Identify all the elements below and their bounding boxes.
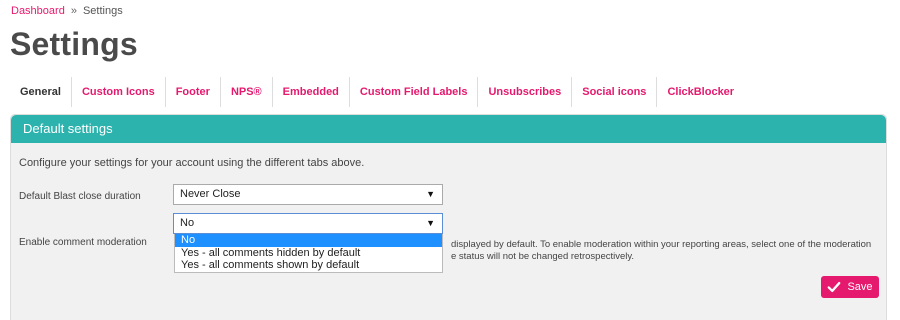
breadcrumb: Dashboard » Settings: [11, 5, 123, 17]
dropdown-option-hidden[interactable]: Yes - all comments hidden by default: [175, 247, 442, 260]
tab-footer[interactable]: Footer: [166, 77, 221, 107]
blast-close-value: Never Close: [180, 188, 241, 200]
comment-moderation-select[interactable]: No ▼: [173, 213, 443, 234]
default-settings-panel: Default settings Configure your settings…: [10, 114, 887, 320]
tab-custom-field-labels[interactable]: Custom Field Labels: [350, 77, 479, 107]
comment-moderation-value: No: [180, 217, 195, 229]
breadcrumb-dashboard-link[interactable]: Dashboard: [11, 5, 65, 17]
triangle-down-icon: ▼: [426, 189, 435, 199]
check-icon: [828, 281, 841, 293]
panel-header: Default settings: [11, 115, 886, 143]
tab-unsubscribes[interactable]: Unsubscribes: [478, 77, 573, 107]
comment-moderation-label: Enable comment moderation: [19, 237, 147, 248]
save-label: Save: [847, 281, 873, 293]
page-title: Settings: [10, 26, 138, 62]
blast-close-label: Default Blast close duration: [19, 191, 141, 202]
tab-clickblocker[interactable]: ClickBlocker: [657, 77, 744, 107]
triangle-down-icon: ▼: [426, 218, 435, 228]
breadcrumb-separator: »: [70, 5, 77, 17]
tab-nps[interactable]: NPS®: [221, 77, 273, 107]
dropdown-option-no[interactable]: No: [175, 234, 442, 247]
tab-general[interactable]: General: [10, 77, 72, 107]
tab-custom-icons[interactable]: Custom Icons: [72, 77, 166, 107]
comment-moderation-dropdown: No Yes - all comments hidden by default …: [174, 234, 443, 273]
help-line-1: displayed by default. To enable moderati…: [451, 239, 872, 250]
dropdown-option-shown[interactable]: Yes - all comments shown by default: [175, 259, 442, 272]
intro-text: Configure your settings for your account…: [19, 157, 365, 169]
tab-social-icons[interactable]: Social icons: [572, 77, 658, 107]
save-button[interactable]: Save: [821, 276, 879, 298]
comment-moderation-help: displayed by default. To enable moderati…: [451, 239, 881, 263]
breadcrumb-current: Settings: [82, 5, 123, 17]
settings-tabs: General Custom Icons Footer NPS® Embedde…: [10, 77, 744, 107]
blast-close-select[interactable]: Never Close ▼: [173, 184, 443, 205]
tab-embedded[interactable]: Embedded: [273, 77, 350, 107]
help-line-2: e status will not be changed retrospecti…: [451, 251, 635, 262]
